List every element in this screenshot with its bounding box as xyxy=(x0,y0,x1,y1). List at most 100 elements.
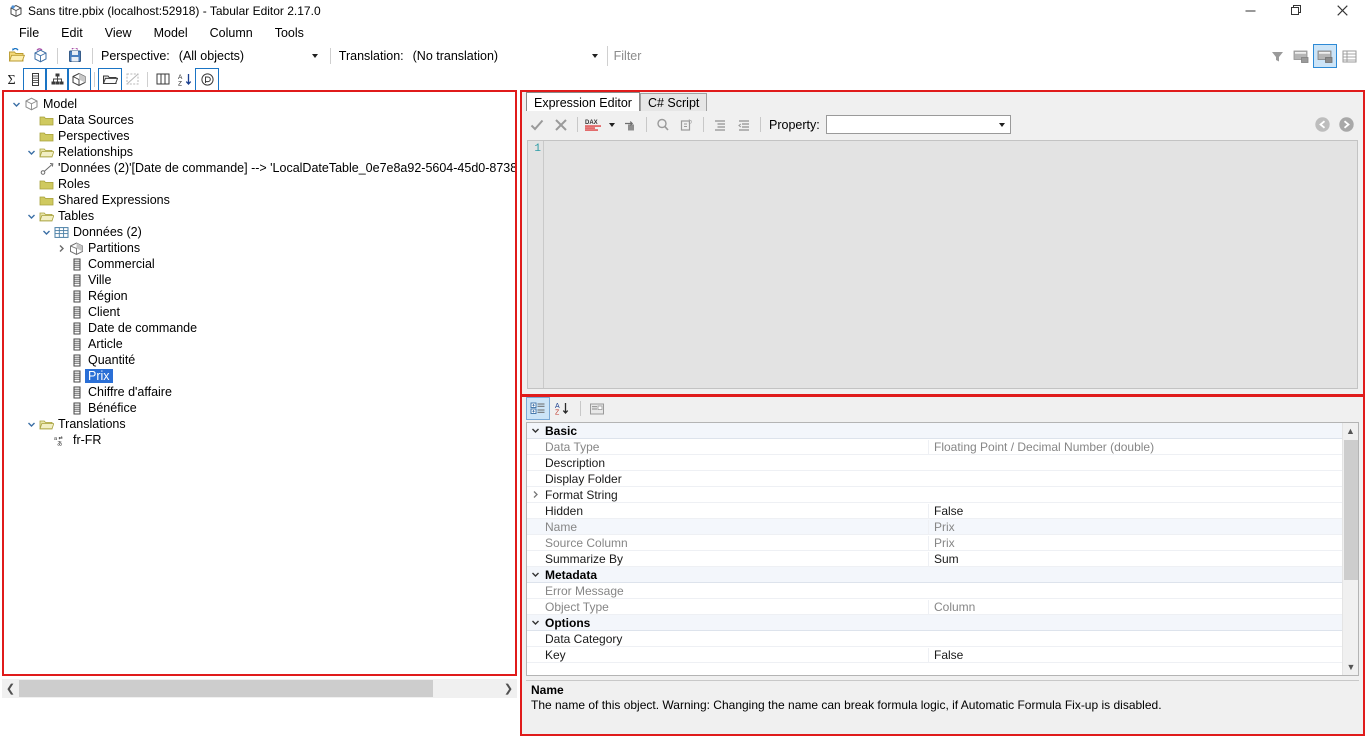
maximize-button[interactable] xyxy=(1273,0,1319,21)
dax-code-editor[interactable]: 1 xyxy=(527,140,1358,389)
properties-grid[interactable]: Basic Data Type Floating Point / Decimal N… xyxy=(526,422,1359,676)
property-row[interactable]: Source Column Prix xyxy=(527,535,1342,551)
chevron-right-icon[interactable] xyxy=(55,244,68,253)
tree-node-partitions[interactable]: Partitions xyxy=(4,240,515,256)
magnifier-icon[interactable] xyxy=(652,114,674,136)
property-category-row[interactable]: Metadata xyxy=(527,567,1342,583)
sort-az-icon[interactable]: A Z xyxy=(551,398,573,419)
property-row[interactable]: Error Message xyxy=(527,583,1342,599)
cross-icon[interactable] xyxy=(550,114,572,136)
chevron-down-icon[interactable] xyxy=(527,570,543,579)
sigma-icon[interactable]: Σ xyxy=(2,69,24,90)
tree-node-article[interactable]: Article xyxy=(4,336,515,352)
scroll-thumb[interactable] xyxy=(19,680,433,697)
chevron-down-icon[interactable] xyxy=(10,100,23,109)
property-row[interactable]: Hidden False xyxy=(527,503,1342,519)
chevron-right-icon[interactable] xyxy=(527,490,543,499)
tree-node-model[interactable]: Model xyxy=(4,96,515,112)
tree-node-data-sources[interactable]: Data Sources xyxy=(4,112,515,128)
chevron-down-icon[interactable] xyxy=(527,426,543,435)
property-value[interactable]: Sum xyxy=(928,551,1342,566)
scroll-track[interactable] xyxy=(19,680,500,697)
filter-input[interactable]: Filter xyxy=(606,46,1265,66)
perspective-select[interactable]: (All objects) xyxy=(174,46,325,66)
hidden-object-icon[interactable] xyxy=(121,69,143,90)
indent-increase-icon[interactable] xyxy=(709,114,731,136)
scroll-left-arrow-icon[interactable]: ❮ xyxy=(2,680,19,697)
tree-node-ville[interactable]: Ville xyxy=(4,272,515,288)
tree-node-r-gion[interactable]: Région xyxy=(4,288,515,304)
tree-node-translations[interactable]: Translations xyxy=(4,416,515,432)
property-row[interactable]: Key False xyxy=(527,647,1342,663)
column-icon[interactable] xyxy=(23,67,47,91)
scroll-up-arrow-icon[interactable]: ▲ xyxy=(1343,423,1358,439)
minimize-button[interactable] xyxy=(1227,0,1273,21)
tree-node-chiffre-d-affaire[interactable]: Chiffre d'affaire xyxy=(4,384,515,400)
scroll-thumb[interactable] xyxy=(1344,440,1358,580)
menu-item-tools[interactable]: Tools xyxy=(264,24,315,42)
forward-arrow-icon[interactable] xyxy=(1335,114,1357,136)
menu-item-edit[interactable]: Edit xyxy=(50,24,94,42)
tree-node-commercial[interactable]: Commercial xyxy=(4,256,515,272)
tree-node-donn-es-2-[interactable]: Données (2) xyxy=(4,224,515,240)
menu-item-view[interactable]: View xyxy=(94,24,143,42)
refresh-model-icon[interactable] xyxy=(29,45,51,67)
code-area[interactable] xyxy=(544,141,1357,388)
partition-icon[interactable] xyxy=(67,67,91,91)
back-arrow-icon[interactable] xyxy=(1311,114,1333,136)
property-row[interactable]: Format String xyxy=(527,487,1342,503)
tree-node-client[interactable]: Client xyxy=(4,304,515,320)
tree-node-roles[interactable]: Roles xyxy=(4,176,515,192)
property-value[interactable]: Floating Point / Decimal Number (double) xyxy=(928,439,1342,454)
property-row[interactable]: Data Type Floating Point / Decimal Number… xyxy=(527,439,1342,455)
property-row[interactable]: Object Type Column xyxy=(527,599,1342,615)
menu-item-column[interactable]: Column xyxy=(199,24,264,42)
scroll-right-arrow-icon[interactable]: ❯ xyxy=(500,680,517,697)
tree-node--donn-es-2-date-de-commande-localdatetab[interactable]: 'Données (2)'[Date de commande] --> 'Loc… xyxy=(4,160,515,176)
tree-horizontal-scrollbar[interactable]: ❮ ❯ xyxy=(2,679,517,698)
tree-node-b-n-fice[interactable]: Bénéfice xyxy=(4,400,515,416)
property-row[interactable]: Data Category xyxy=(527,631,1342,647)
grid-view-icon[interactable] xyxy=(1338,45,1360,67)
properties-grid-body[interactable]: Basic Data Type Floating Point / Decimal N… xyxy=(527,423,1342,675)
model-tree[interactable]: Model Data Sources Perspectives Relationshi… xyxy=(4,92,515,448)
close-button[interactable] xyxy=(1319,0,1365,21)
property-row[interactable]: Name Prix xyxy=(527,519,1342,535)
object-type-icon[interactable] xyxy=(195,67,219,91)
property-value[interactable]: Prix xyxy=(928,519,1342,534)
hide-properties-icon[interactable] xyxy=(1290,45,1312,67)
property-value[interactable]: False xyxy=(928,503,1342,518)
menu-item-model[interactable]: Model xyxy=(143,24,199,42)
chevron-down-icon[interactable] xyxy=(25,148,38,157)
property-row[interactable]: Display Folder xyxy=(527,471,1342,487)
tree-node-shared-expressions[interactable]: Shared Expressions xyxy=(4,192,515,208)
property-value[interactable]: False xyxy=(928,647,1342,662)
chevron-down-icon[interactable] xyxy=(25,420,38,429)
chevron-down-icon[interactable] xyxy=(607,114,617,136)
save-icon[interactable] xyxy=(64,45,86,67)
property-category-row[interactable]: Basic xyxy=(527,423,1342,439)
open-folder-icon[interactable] xyxy=(5,45,27,67)
find-replace-icon[interactable]: b xyxy=(676,114,698,136)
chevron-down-icon[interactable] xyxy=(527,618,543,627)
property-pages-icon[interactable] xyxy=(586,398,608,419)
scroll-down-arrow-icon[interactable]: ▼ xyxy=(1343,659,1358,675)
menu-item-file[interactable]: File xyxy=(8,24,50,42)
property-row[interactable]: Summarize By Sum xyxy=(527,551,1342,567)
translation-select[interactable]: (No translation) xyxy=(408,46,605,66)
property-value[interactable]: Column xyxy=(928,599,1342,614)
tab-expression-editor[interactable]: Expression Editor xyxy=(526,92,640,111)
tree-node-prix[interactable]: Prix xyxy=(4,368,515,384)
tree-node-quantit-[interactable]: Quantité xyxy=(4,352,515,368)
check-icon[interactable] xyxy=(526,114,548,136)
chevron-down-icon[interactable] xyxy=(25,212,38,221)
property-category-row[interactable]: Options xyxy=(527,615,1342,631)
properties-vertical-scrollbar[interactable]: ▲ ▼ xyxy=(1342,423,1358,675)
property-select[interactable] xyxy=(825,115,1011,134)
property-value[interactable]: Prix xyxy=(928,535,1342,550)
tree-node-date-de-commande[interactable]: Date de commande xyxy=(4,320,515,336)
folder-icon[interactable] xyxy=(98,67,122,91)
dax-icon[interactable]: DAX xyxy=(583,114,605,136)
tree-node-tables[interactable]: Tables xyxy=(4,208,515,224)
all-columns-icon[interactable] xyxy=(152,69,174,90)
